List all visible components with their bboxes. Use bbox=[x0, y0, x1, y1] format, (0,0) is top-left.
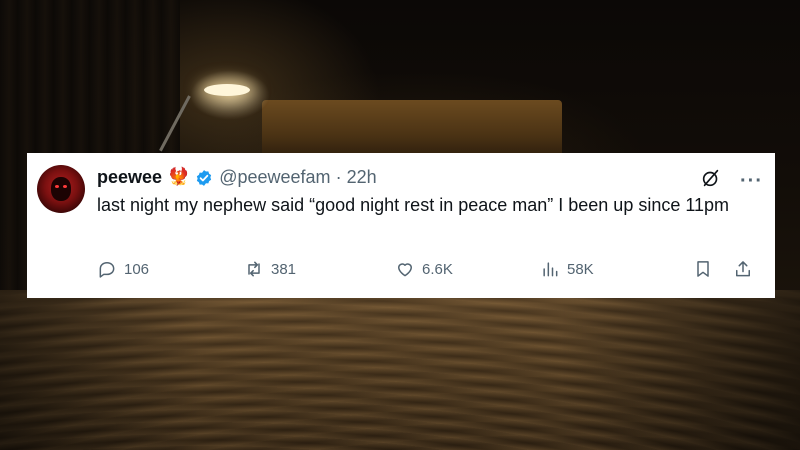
views-count: 58K bbox=[567, 260, 594, 278]
like-count: 6.6K bbox=[422, 260, 453, 278]
tweet-text: last night my nephew said “good night re… bbox=[97, 195, 730, 215]
avatar-eye bbox=[55, 185, 59, 188]
heart-icon bbox=[398, 263, 412, 277]
verified-badge-icon[interactable] bbox=[195, 169, 213, 187]
user-handle[interactable]: @peeweefam bbox=[219, 167, 330, 188]
bed-shadow bbox=[0, 290, 800, 450]
share-button[interactable] bbox=[733, 259, 753, 279]
tweet-top-actions: ··· bbox=[700, 167, 763, 194]
grok-icon[interactable] bbox=[700, 167, 722, 194]
reply-count: 106 bbox=[124, 260, 150, 278]
views-chart-icon bbox=[543, 262, 558, 277]
name-emojis: 🐦‍🔥 bbox=[168, 167, 190, 186]
repost-count: 381 bbox=[271, 260, 297, 278]
reply-button[interactable]: 106 bbox=[97, 259, 149, 279]
tweet-card[interactable]: peewee 🐦‍🔥 @peeweefam · 22h ··· last nig… bbox=[27, 153, 775, 298]
bookmark-button[interactable] bbox=[693, 259, 713, 279]
tweet-actions: 106 381 6.6K 58K bbox=[97, 259, 757, 281]
avatar-face bbox=[51, 177, 71, 201]
separator-dot: · bbox=[335, 166, 342, 187]
repost-icon bbox=[248, 261, 260, 277]
lamp-icon bbox=[204, 84, 250, 96]
timestamp[interactable]: 22h bbox=[347, 167, 377, 188]
headboard bbox=[262, 100, 562, 160]
more-icon[interactable]: ··· bbox=[740, 171, 763, 191]
bookmark-icon bbox=[697, 261, 709, 277]
views-button[interactable]: 58K bbox=[540, 259, 594, 279]
share-icon bbox=[736, 261, 750, 277]
tweet-header: peewee 🐦‍🔥 @peeweefam · 22h bbox=[97, 165, 377, 189]
avatar[interactable] bbox=[37, 165, 85, 213]
display-name[interactable]: peewee bbox=[97, 167, 162, 188]
avatar-eye bbox=[63, 185, 67, 188]
like-button[interactable]: 6.6K bbox=[395, 259, 453, 279]
repost-button[interactable]: 381 bbox=[244, 259, 296, 279]
reply-icon bbox=[99, 262, 115, 278]
